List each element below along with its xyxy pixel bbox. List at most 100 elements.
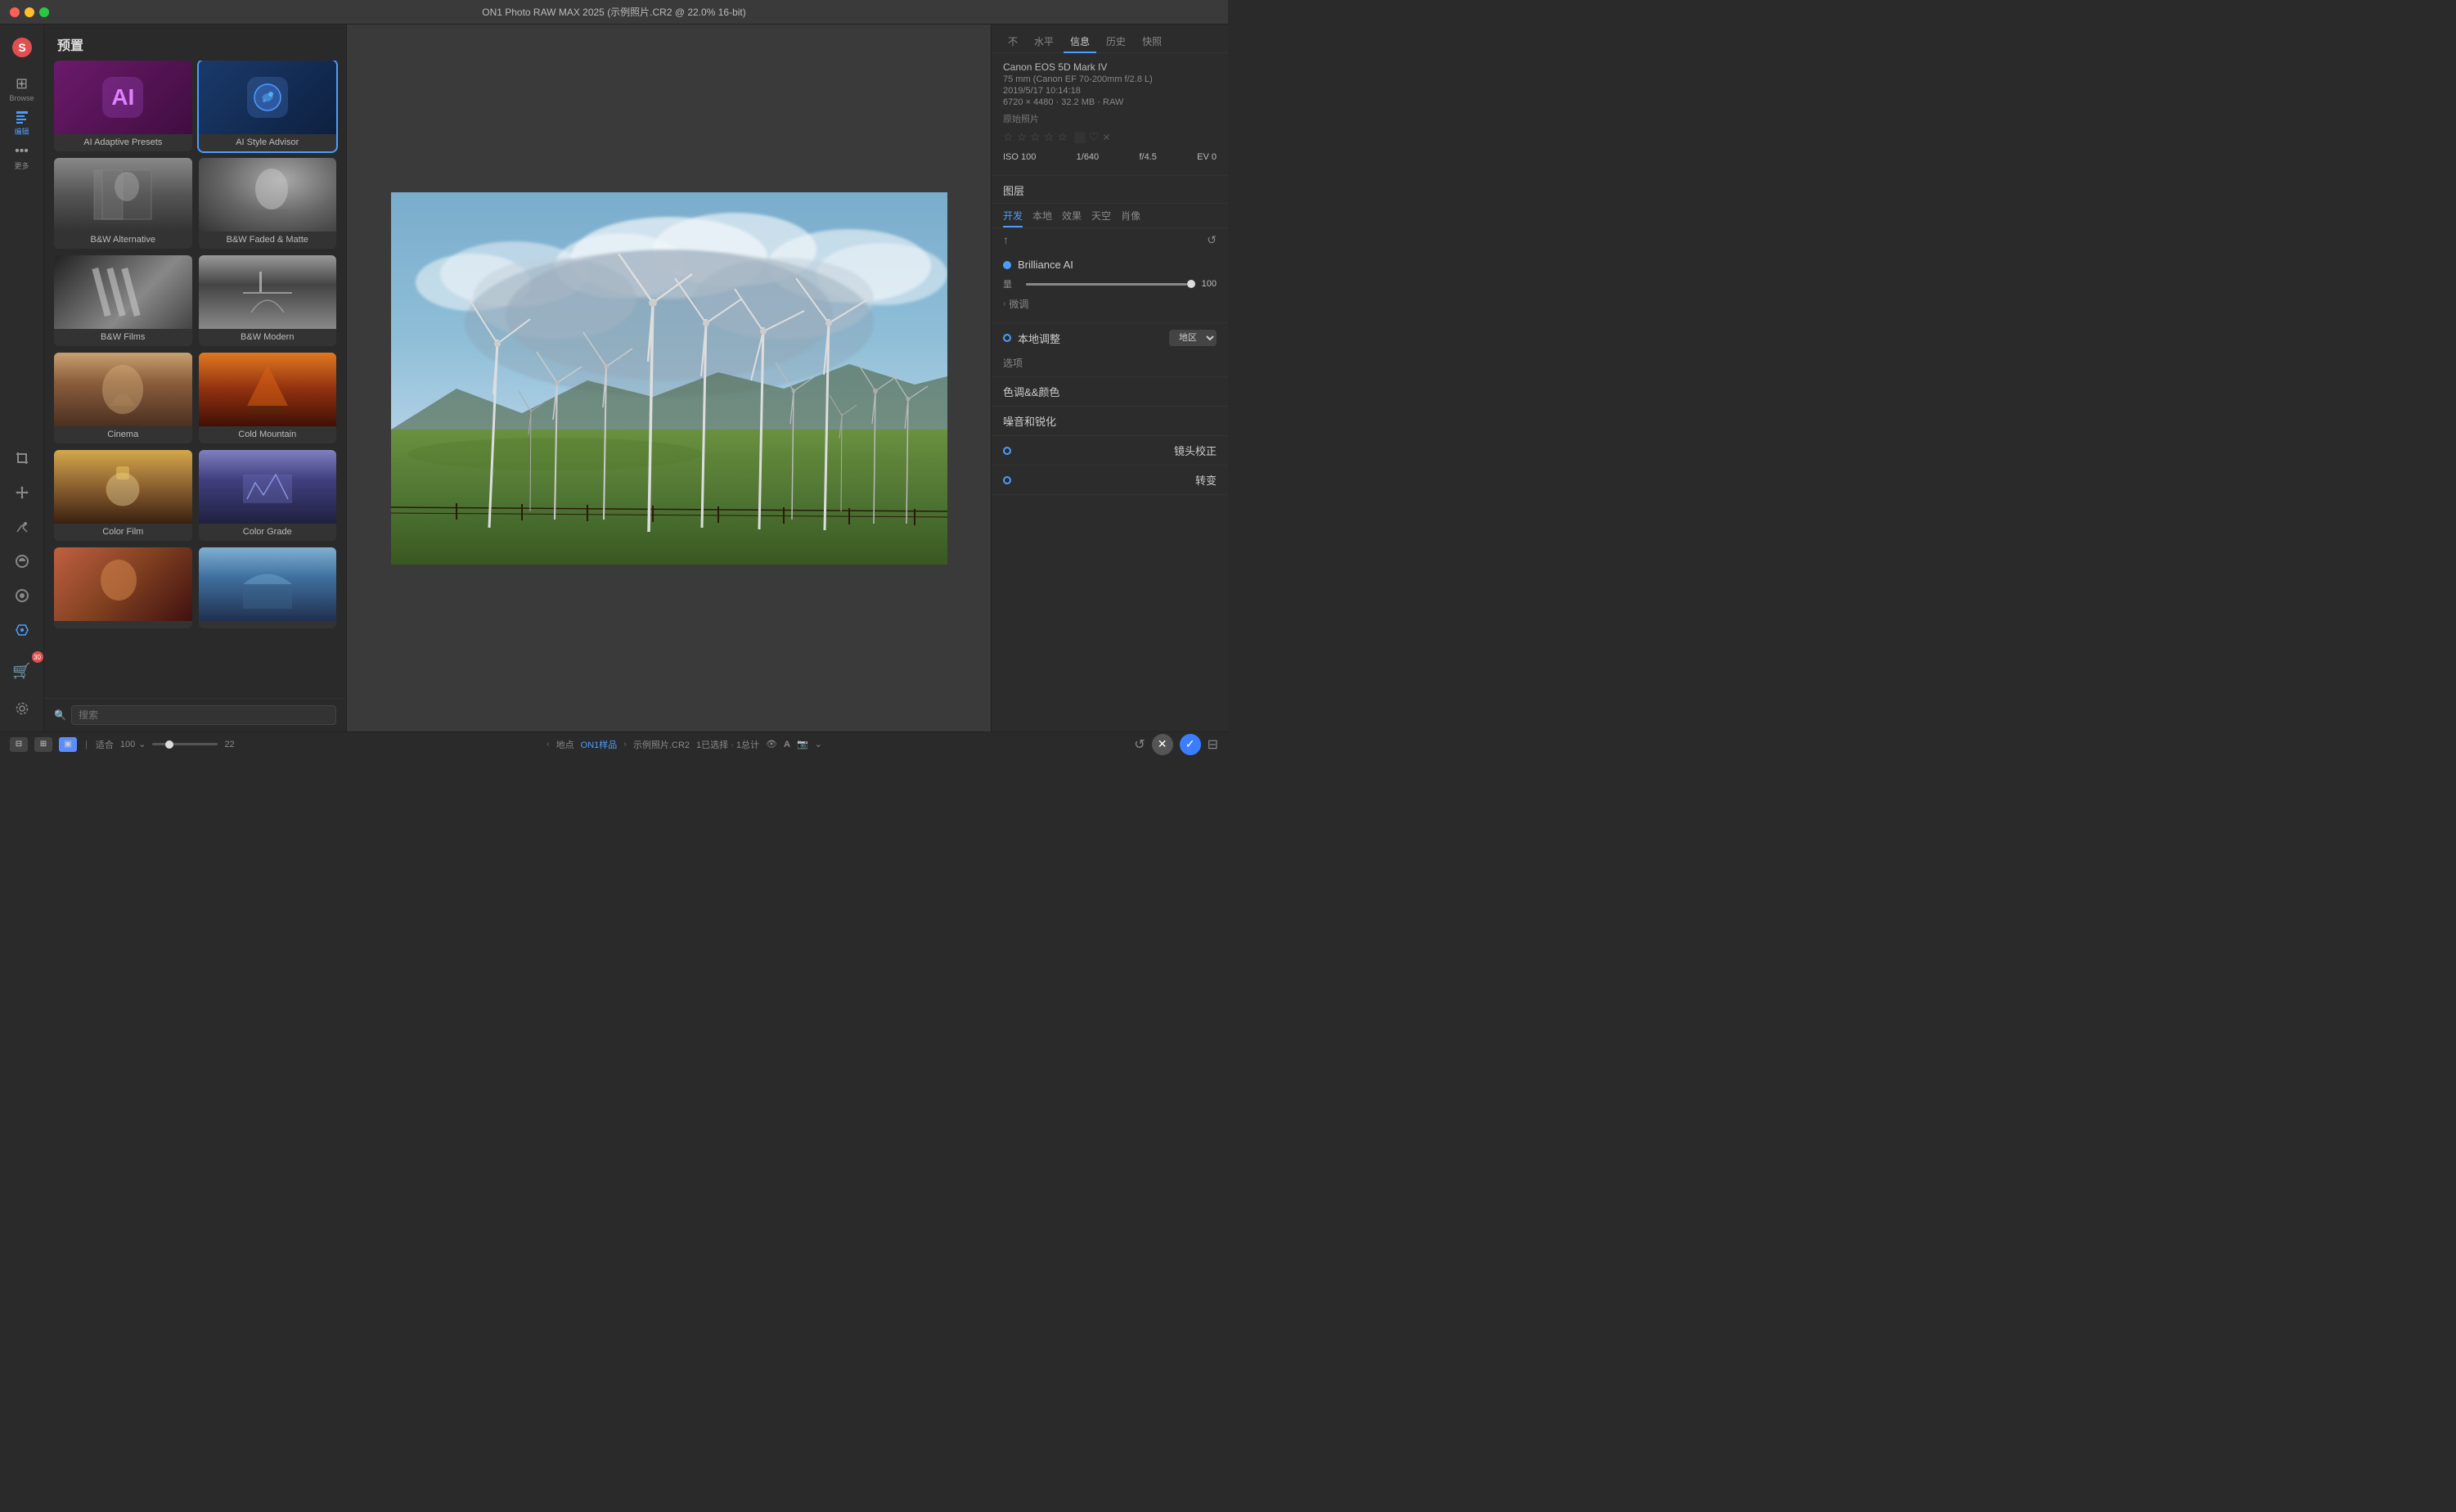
dev-tab-local[interactable]: 本地	[1032, 209, 1052, 227]
zoom-chevron[interactable]: ⌄	[138, 739, 146, 749]
upload-icon[interactable]: ↑	[1003, 233, 1009, 247]
preset-card-bw-modern[interactable]: B&W Modern	[199, 255, 337, 346]
transform-title: 转变	[1195, 472, 1217, 488]
amount-value: 100	[1194, 279, 1217, 289]
preset-card-cold-mountain[interactable]: Cold Mountain	[199, 353, 337, 443]
micro-tune-label: 微调	[1009, 297, 1028, 311]
star-1[interactable]: ☆	[1003, 130, 1014, 144]
reset-icon[interactable]: ↺	[1207, 233, 1217, 247]
brilliance-ai-title: Brilliance AI	[1018, 259, 1217, 271]
dev-tab-effects[interactable]: 效果	[1062, 209, 1082, 227]
preset-card-extra1[interactable]	[54, 547, 192, 628]
view-toggle-icon[interactable]: ⊟	[1208, 736, 1218, 753]
preset-card-color-film[interactable]: Color Film	[54, 450, 192, 541]
text-icon[interactable]: A	[784, 740, 790, 749]
color-swatch[interactable]	[1074, 132, 1086, 143]
settings-tool[interactable]	[6, 692, 38, 725]
crop-tool[interactable]	[6, 442, 38, 475]
zoom-value: 100	[120, 740, 135, 749]
mask-tool[interactable]	[6, 579, 38, 612]
preset-card-ai-adaptive[interactable]: AI AI Adaptive Presets	[54, 61, 192, 151]
preset-card-extra2[interactable]	[199, 547, 337, 628]
cancel-action-button[interactable]: ✕	[1152, 734, 1173, 755]
location-label[interactable]: 地点	[556, 738, 574, 751]
single-view-btn[interactable]: ▣	[59, 737, 77, 752]
preset-thumb-extra1	[54, 547, 192, 621]
info-tabs: 不 水平 信息 历史 快照	[992, 25, 1228, 53]
cart-tool[interactable]: 🛒 30	[6, 655, 38, 687]
expand-icon[interactable]: ⌄	[815, 739, 822, 749]
browse-label: Browse	[9, 94, 34, 102]
dev-tab-portrait[interactable]: 肖像	[1121, 209, 1140, 227]
brilliance-ai-body: 量 100 › 微调	[992, 277, 1228, 322]
tab-level[interactable]: 水平	[1028, 31, 1060, 53]
tab-snapshot[interactable]: 快照	[1136, 31, 1168, 53]
search-icon: 🔍	[54, 709, 66, 721]
eye-icon[interactable]: 👁	[766, 739, 777, 749]
star-2[interactable]: ☆	[1017, 130, 1028, 144]
lens-correction-section[interactable]: 镜头校正	[992, 436, 1228, 466]
tab-info[interactable]: 信息	[1064, 31, 1096, 53]
tab-history[interactable]: 历史	[1100, 31, 1132, 53]
tab-no[interactable]: 不	[1001, 31, 1024, 53]
cart-icon: 🛒	[12, 663, 30, 680]
brilliance-ai-section: Brilliance AI 量 100 › 微调	[992, 252, 1228, 323]
confirm-action-button[interactable]: ✓	[1180, 734, 1201, 755]
dev-tab-develop[interactable]: 开发	[1003, 209, 1023, 227]
lens-info: 75 mm (Canon EF 70-200mm f/2.8 L)	[1003, 74, 1217, 84]
window-title: ON1 Photo RAW MAX 2025 (示例照片.CR2 @ 22.0%…	[482, 5, 746, 19]
star-3[interactable]: ☆	[1030, 130, 1041, 144]
mask-icon	[15, 588, 29, 603]
star-4[interactable]: ☆	[1044, 130, 1055, 144]
preset-thumb-cold-mountain	[199, 353, 337, 426]
preset-card-ai-style[interactable]: AI Style Advisor	[199, 61, 337, 151]
preset-label-color-film: Color Film	[54, 524, 192, 541]
transform-section[interactable]: 转变	[992, 466, 1228, 495]
heart-icon[interactable]: ♡	[1089, 130, 1100, 144]
collection-name[interactable]: ON1样品	[581, 738, 618, 751]
region-selector[interactable]: 地区	[1169, 330, 1217, 346]
camera-icon[interactable]: 📷	[797, 739, 808, 749]
brilliance-ai-header[interactable]: Brilliance AI	[992, 252, 1228, 277]
paint-tool[interactable]	[6, 545, 38, 578]
retouch-tool[interactable]	[6, 511, 38, 543]
star-5[interactable]: ☆	[1057, 130, 1068, 144]
preset-thumb-ai-adaptive: AI	[54, 61, 192, 134]
status-center: ‹ 地点 ON1样品 › 示例照片.CR2 1已选择 · 1总计 👁 A 📷 ⌄	[245, 738, 1125, 751]
transform-tool[interactable]	[6, 476, 38, 509]
minimize-button[interactable]	[25, 7, 34, 17]
selection-info: 1已选择 · 1总计	[696, 738, 759, 751]
amount-slider-track[interactable]	[1026, 283, 1187, 286]
preset-card-bw-alt[interactable]: B&W Alternative	[54, 158, 192, 249]
fit-label: 适合	[96, 738, 114, 751]
edit-tool[interactable]: 编辑	[6, 106, 38, 139]
filmstrip-view-btn[interactable]: ⊟	[10, 737, 28, 752]
noise-section[interactable]: 噪音和锐化	[992, 407, 1228, 436]
browse-tool[interactable]: ⊞ Browse	[6, 72, 38, 105]
color-tone-section[interactable]: 色调&&颜色	[992, 377, 1228, 407]
preset-card-cinema[interactable]: Cinema	[54, 353, 192, 443]
more-tool[interactable]: ••• 更多	[6, 141, 38, 173]
local-adj-header[interactable]: 本地调整 地区	[992, 323, 1228, 353]
select-tool[interactable]	[6, 614, 38, 646]
dev-tab-sky[interactable]: 天空	[1091, 209, 1111, 227]
preset-label-ai-style: AI Style Advisor	[199, 134, 337, 151]
main-layout: S ⊞ Browse 编辑 ••• 更多	[0, 25, 1228, 731]
close-button[interactable]	[10, 7, 20, 17]
preset-card-bw-films[interactable]: B&W Films	[54, 255, 192, 346]
undo-button[interactable]: ↺	[1134, 736, 1145, 753]
right-panel: 不 水平 信息 历史 快照 Canon EOS 5D Mark IV 75 mm…	[991, 25, 1228, 731]
grid-view-btn[interactable]: ⊞	[34, 737, 52, 752]
preset-card-color-grade[interactable]: Color Grade	[199, 450, 337, 541]
zoom-slider-thumb	[165, 740, 173, 749]
preset-thumb-extra2	[199, 547, 337, 621]
preset-card-bw-faded[interactable]: B&W Faded & Matte	[199, 158, 337, 249]
search-input[interactable]	[71, 705, 336, 725]
preset-thumb-bw-alt	[54, 158, 192, 232]
zoom-slider[interactable]	[152, 743, 218, 745]
left-toolbar: S ⊞ Browse 编辑 ••• 更多	[0, 25, 44, 731]
maximize-button[interactable]	[39, 7, 49, 17]
select-icon	[15, 623, 29, 637]
micro-tune-row[interactable]: › 微调	[1003, 294, 1217, 314]
reject-icon[interactable]: ✕	[1102, 132, 1110, 143]
